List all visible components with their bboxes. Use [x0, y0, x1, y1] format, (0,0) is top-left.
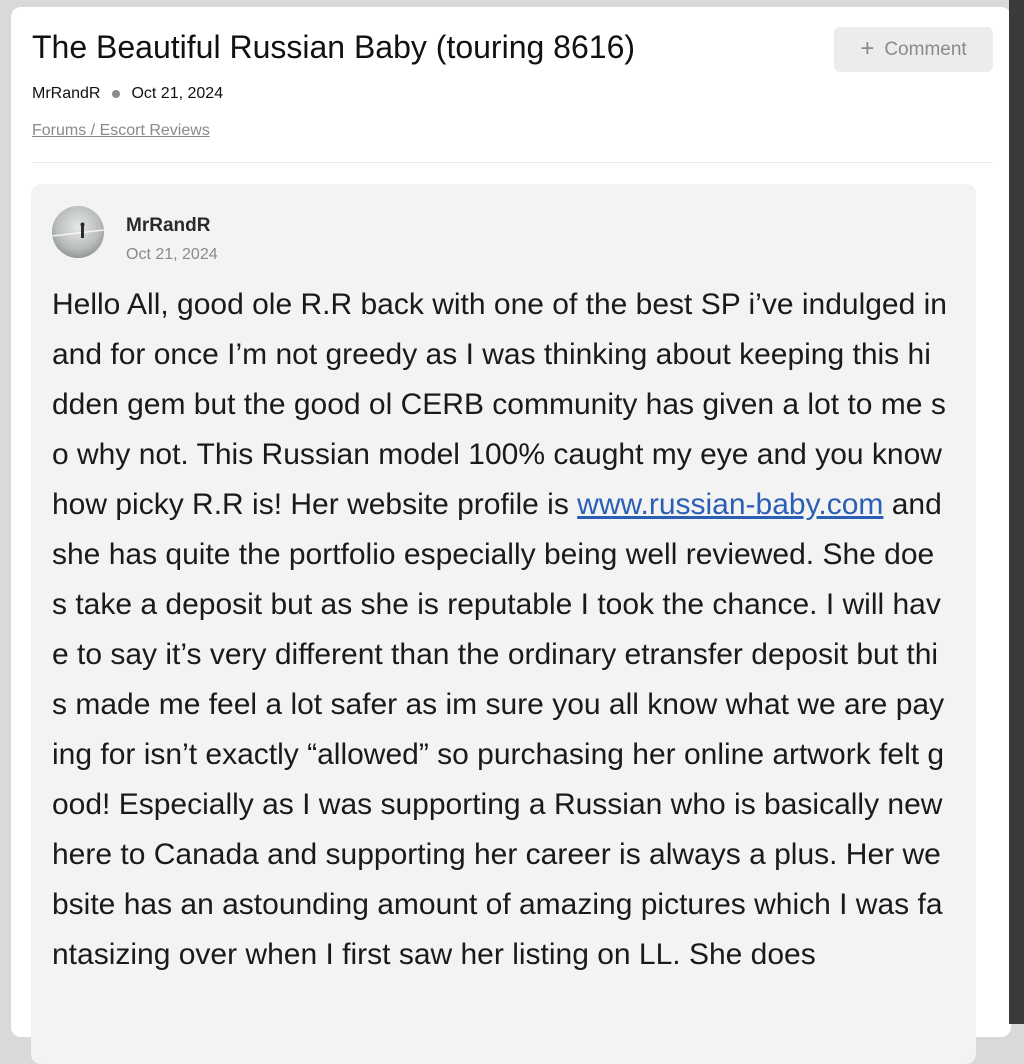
thread-page: The Beautiful Russian Baby (touring 8616… — [11, 7, 1011, 1064]
post-body: Hello All, good ole R.R back with one of… — [52, 280, 947, 980]
post-date: Oct 21, 2024 — [126, 246, 218, 263]
avatar-image — [52, 206, 104, 258]
divider — [32, 162, 993, 163]
post-text-after-link: and she has quite the portfolio especial… — [52, 488, 945, 971]
user-avatar[interactable] — [52, 206, 104, 258]
website-link[interactable]: www.russian-baby.com — [577, 488, 883, 521]
comment-button[interactable]: + Comment — [834, 27, 993, 72]
post-author[interactable]: MrRandR — [126, 215, 210, 237]
thread-meta: MrRandR Oct 21, 2024 — [32, 85, 223, 103]
post-card: MrRandR Oct 21, 2024 Hello All, good ole… — [31, 184, 976, 1064]
comment-button-label: Comment — [884, 38, 967, 60]
breadcrumb[interactable]: Forums / Escort Reviews — [32, 122, 210, 140]
thread-title: The Beautiful Russian Baby (touring 8616… — [32, 29, 636, 65]
window-edge — [1009, 0, 1024, 1024]
thread-date: Oct 21, 2024 — [131, 85, 224, 102]
thread-author[interactable]: MrRandR — [32, 85, 100, 103]
separator-dot — [112, 90, 121, 98]
post-text-before-link: Hello All, good ole R.R back with one of… — [52, 288, 947, 521]
plus-icon: + — [860, 34, 875, 62]
